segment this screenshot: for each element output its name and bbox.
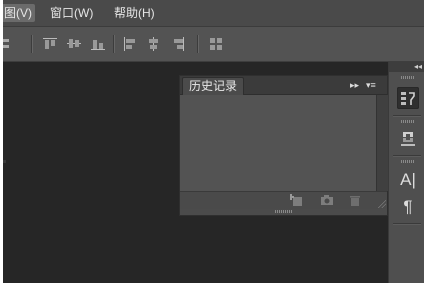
dock-separator	[393, 223, 421, 225]
menu-help[interactable]: 帮助(H)	[111, 4, 158, 22]
separator	[31, 35, 33, 53]
align-bottom-icon[interactable]	[89, 35, 107, 53]
panel-expand-icon[interactable]: ▸▸	[350, 77, 359, 93]
menu-bar: 图(V) 窗口(W) 帮助(H)	[3, 0, 424, 27]
dock-grip[interactable]	[401, 120, 415, 123]
dock-header: ◂◂	[389, 62, 424, 72]
align-partial-icon[interactable]	[3, 35, 21, 53]
history-panel: 历史记录 ▸▸ ▾≡	[179, 75, 388, 216]
dock-grip[interactable]	[401, 160, 415, 163]
dock-separator	[393, 115, 421, 117]
separator	[197, 35, 199, 53]
history-panel-header: 历史记录 ▸▸ ▾≡	[180, 76, 387, 95]
trash-icon[interactable]	[348, 194, 362, 207]
history-tab[interactable]: 历史记录	[182, 77, 245, 95]
panel-bottom-grip[interactable]	[275, 210, 293, 213]
history-list[interactable]	[180, 95, 376, 191]
history-scrollbar[interactable]	[376, 95, 388, 191]
right-panel-dock: ◂◂ A| ¶	[388, 62, 424, 283]
dock-separator	[393, 155, 421, 157]
collapse-dock-icon[interactable]: ◂◂	[414, 62, 422, 72]
canvas-edge-marker	[3, 160, 6, 163]
photoshop-window: 图(V) 窗口(W) 帮助(H) 历史记录 ▸▸ ▾≡ ◂◂ A| ¶	[3, 0, 424, 283]
camera-icon[interactable]	[320, 194, 334, 207]
history-icon[interactable]	[397, 87, 419, 109]
character-icon[interactable]: A|	[397, 169, 419, 191]
panel-menu-icon[interactable]: ▾≡	[366, 77, 376, 93]
layer-comps-icon[interactable]	[397, 128, 419, 150]
dock-grip[interactable]	[401, 76, 415, 79]
options-bar	[3, 27, 424, 62]
align-right-icon[interactable]	[169, 35, 187, 53]
align-vertical-center-icon[interactable]	[65, 35, 83, 53]
panel-resize-handle[interactable]	[378, 200, 386, 208]
separator	[113, 35, 115, 53]
align-left-icon[interactable]	[121, 35, 139, 53]
new-document-from-state-icon[interactable]	[288, 194, 304, 207]
menu-view[interactable]: 图(V)	[3, 4, 35, 22]
history-panel-footer	[180, 191, 387, 209]
align-top-icon[interactable]	[41, 35, 59, 53]
menu-window[interactable]: 窗口(W)	[47, 4, 96, 22]
auto-align-icon[interactable]	[207, 35, 225, 53]
paragraph-icon[interactable]: ¶	[397, 196, 419, 218]
align-horizontal-center-icon[interactable]	[145, 35, 163, 53]
